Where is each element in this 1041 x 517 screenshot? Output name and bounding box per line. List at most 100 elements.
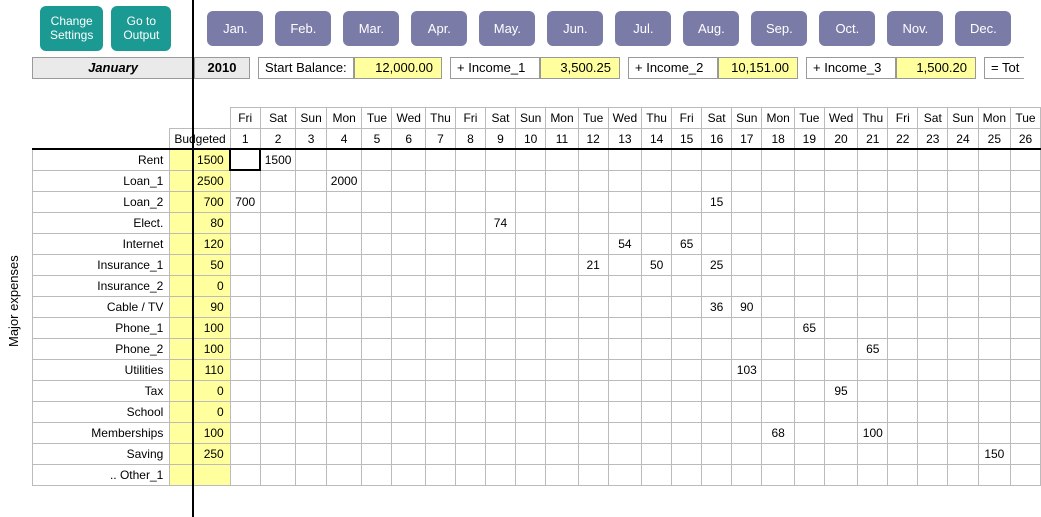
month-button-dec[interactable]: Dec. <box>955 11 1011 46</box>
day-cell[interactable] <box>608 254 641 275</box>
day-cell[interactable]: 65 <box>672 233 702 254</box>
day-cell[interactable] <box>608 338 641 359</box>
day-cell[interactable] <box>978 212 1010 233</box>
day-cell[interactable] <box>732 233 762 254</box>
day-cell[interactable]: 100 <box>858 422 888 443</box>
day-cell[interactable] <box>546 443 578 464</box>
day-cell[interactable] <box>515 254 545 275</box>
day-cell[interactable] <box>515 233 545 254</box>
day-cell[interactable] <box>1011 359 1041 380</box>
day-cell[interactable] <box>326 422 362 443</box>
budget-cell[interactable]: 100 <box>170 338 230 359</box>
day-cell[interactable] <box>455 170 485 191</box>
day-cell[interactable] <box>732 422 762 443</box>
day-cell[interactable] <box>824 464 857 485</box>
day-cell[interactable] <box>546 317 578 338</box>
day-cell[interactable] <box>230 464 260 485</box>
day-cell[interactable] <box>824 338 857 359</box>
month-button-jul[interactable]: Jul. <box>615 11 671 46</box>
day-cell[interactable] <box>326 275 362 296</box>
day-cell[interactable] <box>858 359 888 380</box>
day-cell[interactable] <box>296 359 326 380</box>
day-cell[interactable] <box>978 191 1010 212</box>
day-cell[interactable] <box>230 296 260 317</box>
day-cell[interactable] <box>888 317 918 338</box>
day-cell[interactable] <box>858 233 888 254</box>
day-cell[interactable] <box>578 359 608 380</box>
day-cell[interactable] <box>918 170 948 191</box>
day-cell[interactable] <box>888 338 918 359</box>
day-cell[interactable] <box>260 338 296 359</box>
day-cell[interactable] <box>230 317 260 338</box>
change-settings-button[interactable]: ChangeSettings <box>40 6 103 51</box>
day-cell[interactable] <box>230 233 260 254</box>
day-cell[interactable] <box>672 296 702 317</box>
day-cell[interactable] <box>296 212 326 233</box>
day-cell[interactable]: 54 <box>608 233 641 254</box>
day-cell[interactable] <box>794 212 824 233</box>
day-cell[interactable] <box>515 296 545 317</box>
day-cell[interactable] <box>762 464 794 485</box>
day-cell[interactable] <box>578 296 608 317</box>
day-cell[interactable] <box>515 317 545 338</box>
day-cell[interactable] <box>578 422 608 443</box>
day-cell[interactable] <box>732 401 762 422</box>
budget-cell[interactable]: 1500 <box>170 149 230 170</box>
day-cell[interactable] <box>485 464 515 485</box>
day-cell[interactable] <box>948 464 978 485</box>
budget-cell[interactable]: 0 <box>170 380 230 401</box>
day-cell[interactable] <box>858 464 888 485</box>
budget-cell[interactable] <box>170 464 230 485</box>
day-cell[interactable]: 103 <box>732 359 762 380</box>
day-cell[interactable] <box>578 338 608 359</box>
month-button-oct[interactable]: Oct. <box>819 11 875 46</box>
day-cell[interactable] <box>425 149 455 170</box>
day-cell[interactable] <box>858 401 888 422</box>
day-cell[interactable] <box>732 254 762 275</box>
day-cell[interactable] <box>642 317 672 338</box>
day-cell[interactable]: 36 <box>702 296 732 317</box>
day-cell[interactable] <box>362 464 392 485</box>
day-cell[interactable] <box>762 317 794 338</box>
budget-cell[interactable]: 50 <box>170 254 230 275</box>
day-cell[interactable] <box>608 149 641 170</box>
day-cell[interactable] <box>948 317 978 338</box>
day-cell[interactable] <box>642 359 672 380</box>
day-cell[interactable] <box>888 275 918 296</box>
day-cell[interactable]: 2000 <box>326 170 362 191</box>
day-cell[interactable] <box>515 170 545 191</box>
day-cell[interactable] <box>515 464 545 485</box>
day-cell[interactable] <box>858 254 888 275</box>
day-cell[interactable] <box>762 254 794 275</box>
day-cell[interactable] <box>948 359 978 380</box>
day-cell[interactable] <box>762 296 794 317</box>
day-cell[interactable] <box>642 191 672 212</box>
day-cell[interactable] <box>546 401 578 422</box>
day-cell[interactable] <box>425 338 455 359</box>
day-cell[interactable] <box>326 359 362 380</box>
day-cell[interactable] <box>794 380 824 401</box>
day-cell[interactable] <box>1011 275 1041 296</box>
day-cell[interactable] <box>672 443 702 464</box>
day-cell[interactable] <box>260 191 296 212</box>
day-cell[interactable] <box>425 380 455 401</box>
day-cell[interactable] <box>578 401 608 422</box>
day-cell[interactable] <box>702 464 732 485</box>
day-cell[interactable] <box>578 380 608 401</box>
day-cell[interactable] <box>392 275 425 296</box>
day-cell[interactable] <box>455 401 485 422</box>
day-cell[interactable] <box>546 359 578 380</box>
day-cell[interactable] <box>515 338 545 359</box>
day-cell[interactable] <box>978 338 1010 359</box>
day-cell[interactable] <box>672 170 702 191</box>
day-cell[interactable] <box>948 254 978 275</box>
day-cell[interactable] <box>858 443 888 464</box>
day-cell[interactable] <box>230 380 260 401</box>
day-cell[interactable] <box>824 317 857 338</box>
day-cell[interactable] <box>515 359 545 380</box>
day-cell[interactable] <box>326 401 362 422</box>
day-cell[interactable] <box>485 170 515 191</box>
day-cell[interactable] <box>392 296 425 317</box>
day-cell[interactable] <box>230 401 260 422</box>
month-button-nov[interactable]: Nov. <box>887 11 943 46</box>
